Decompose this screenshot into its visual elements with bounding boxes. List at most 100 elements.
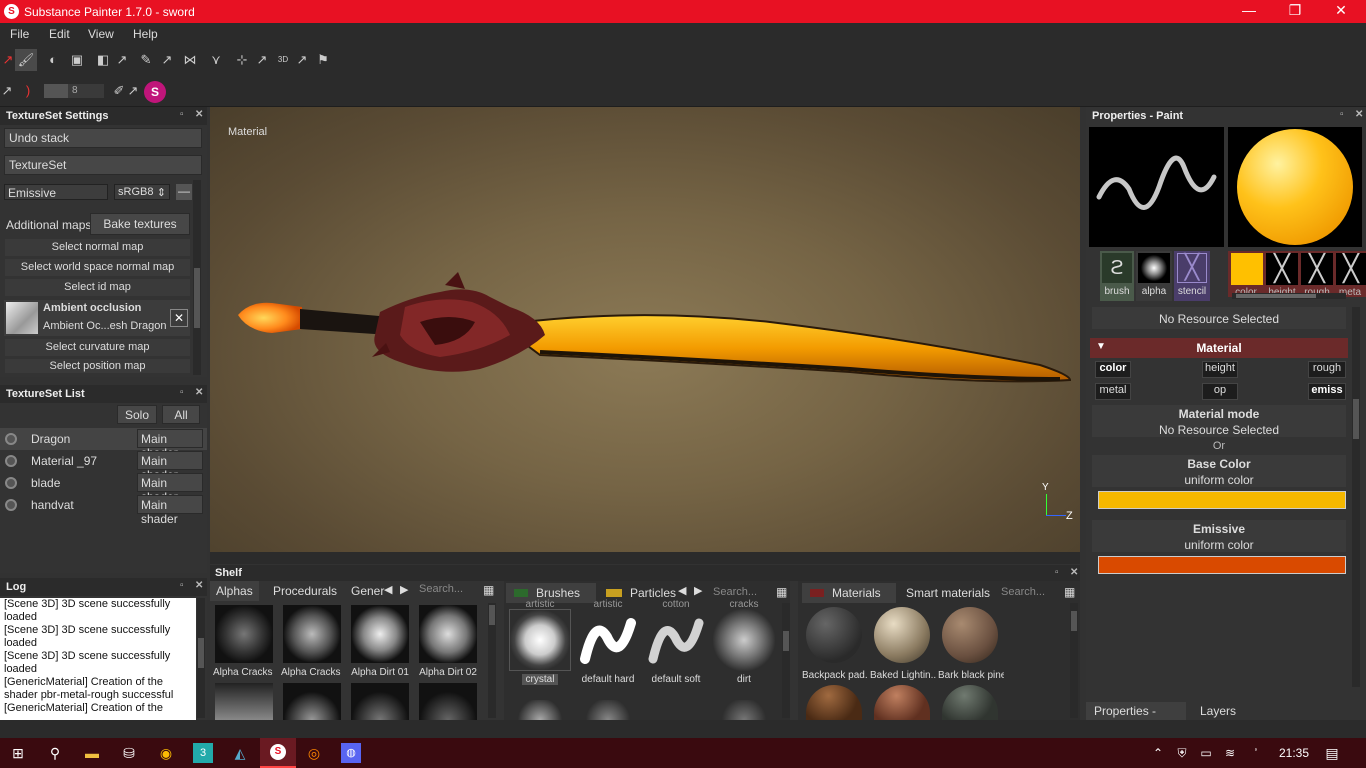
metal-channel-swatch[interactable]: ╳ <box>1336 253 1366 285</box>
spacing-icon[interactable]: ) <box>17 80 39 102</box>
menu-help[interactable]: Help <box>133 27 158 41</box>
rough-toggle[interactable]: rough <box>1308 361 1346 378</box>
alpha-thumbnail[interactable] <box>351 605 409 663</box>
search-input[interactable]: Search... <box>1001 586 1045 598</box>
grid-view-icon[interactable]: ▦ <box>1064 585 1075 599</box>
shader-button[interactable]: Main shader <box>137 495 203 526</box>
brush-thumbnail[interactable] <box>713 700 775 720</box>
close-icon[interactable]: ✕ <box>195 580 203 591</box>
prev-tab-icon[interactable]: ◀ <box>678 584 686 597</box>
tab-smart-materials[interactable]: Smart materials <box>900 583 996 603</box>
close-icon[interactable]: ✕ <box>195 109 203 120</box>
remove-channel-button[interactable]: — <box>176 184 192 200</box>
photo-app-icon[interactable]: ◭ <box>230 743 250 763</box>
material-mode-box[interactable]: Material mode No Resource Selected <box>1092 405 1346 437</box>
scrollbar[interactable] <box>782 603 790 718</box>
base-color-swatch[interactable] <box>1098 491 1346 509</box>
color-toggle[interactable]: color <box>1095 361 1131 378</box>
float-icon[interactable]: ▫ <box>1055 567 1059 578</box>
color-channel-swatch[interactable] <box>1231 253 1263 285</box>
popout-icon[interactable]: ↗ <box>126 80 140 102</box>
alpha-thumbnail[interactable] <box>283 683 341 720</box>
select-normal-map[interactable]: Select normal map <box>5 239 190 256</box>
tab-procedurals[interactable]: Procedurals <box>267 581 343 601</box>
select-curvature-map[interactable]: Select curvature map <box>5 339 190 356</box>
material-section-header[interactable]: ▼ Material <box>1090 338 1348 358</box>
paint-brush-tool[interactable]: 🖌 <box>15 49 37 71</box>
blender-icon[interactable]: ◎ <box>304 743 324 763</box>
height-channel-swatch[interactable]: ╳ <box>1266 253 1298 285</box>
close-button[interactable]: ✕ <box>1326 2 1356 19</box>
visibility-toggle[interactable] <box>5 433 17 445</box>
3d-view-icon[interactable]: 3D <box>272 49 294 71</box>
store-icon[interactable]: ⛁ <box>119 743 139 763</box>
popout-icon[interactable]: ↗ <box>255 49 269 71</box>
horizontal-scrollbar[interactable] <box>1232 293 1346 299</box>
battery-icon[interactable]: ▭ <box>1196 743 1216 763</box>
material-thumbnail[interactable] <box>942 607 998 663</box>
next-tab-icon[interactable]: ▶ <box>694 584 702 597</box>
brush-thumbnail[interactable] <box>577 700 639 720</box>
projection-tool[interactable]: ▣ <box>66 49 88 71</box>
emissive-box[interactable]: Emissive uniform color <box>1092 520 1346 552</box>
metal-toggle[interactable]: metal <box>1095 383 1131 400</box>
float-icon[interactable]: ▫ <box>180 109 184 120</box>
base-color-box[interactable]: Base Color uniform color <box>1092 455 1346 487</box>
alpha-thumbnail[interactable] <box>351 683 409 720</box>
select-position-map[interactable]: Select position map <box>5 359 190 373</box>
next-tab-icon[interactable]: ▶ <box>400 583 408 596</box>
polygon-fill-tool[interactable]: ◧ <box>92 49 114 71</box>
symmetry-plane-icon[interactable]: ⊹ <box>231 49 253 71</box>
popout-icon[interactable]: ↗ <box>0 80 14 102</box>
tab-properties-paint[interactable]: Properties - Paint <box>1086 702 1186 732</box>
float-icon[interactable]: ▫ <box>180 387 184 398</box>
grid-view-icon[interactable]: ▦ <box>483 583 494 597</box>
color-picker-tool[interactable]: ✎ <box>135 49 157 71</box>
select-world-space-normal-map[interactable]: Select world space normal map <box>5 259 190 276</box>
notifications-icon[interactable]: ▤ <box>1322 743 1342 763</box>
alpha-thumbnail[interactable] <box>215 683 273 720</box>
search-input[interactable]: Search... <box>419 583 463 595</box>
height-toggle[interactable]: height <box>1202 361 1238 378</box>
camera-icon[interactable]: ⚑ <box>312 49 334 71</box>
brush-thumbnail[interactable] <box>509 700 571 720</box>
close-icon[interactable]: ✕ <box>1355 109 1363 120</box>
close-icon[interactable]: ✕ <box>1070 567 1078 578</box>
tray-expand-icon[interactable]: ⌃ <box>1148 743 1168 763</box>
popout-icon[interactable]: ↗ <box>2 49 14 71</box>
brush-thumbnail[interactable] <box>713 609 775 671</box>
brush-size-field[interactable]: 8 <box>44 84 104 98</box>
visibility-toggle[interactable] <box>5 477 17 489</box>
alpha-slot[interactable]: alpha <box>1136 251 1172 301</box>
substance-logo-icon[interactable]: S <box>144 81 166 103</box>
language-icon[interactable]: ʼ <box>1246 743 1266 763</box>
app-3-icon[interactable]: 3 <box>193 743 213 763</box>
shader-button[interactable]: Main shader <box>137 473 203 504</box>
shader-button[interactable]: Main shader <box>137 451 203 482</box>
alpha-thumbnail[interactable] <box>419 605 477 663</box>
brush-thumbnail[interactable] <box>645 609 707 671</box>
close-icon[interactable]: ✕ <box>195 387 203 398</box>
scrollbar[interactable] <box>197 598 205 718</box>
all-button[interactable]: All <box>162 405 200 424</box>
stencil-slot[interactable]: ╳ stencil <box>1174 251 1210 301</box>
list-item[interactable]: handvat Main shader <box>0 494 207 526</box>
brush-thumbnail[interactable] <box>509 609 571 671</box>
clear-icon[interactable]: ✕ <box>170 309 188 327</box>
visibility-toggle[interactable] <box>5 499 17 511</box>
scrollbar[interactable] <box>488 603 496 718</box>
bake-textures-button[interactable]: Bake textures <box>90 213 190 235</box>
scrollbar[interactable] <box>193 180 201 375</box>
symmetry-icon[interactable]: ⋈ <box>179 49 201 71</box>
channel-field[interactable]: Emissive <box>4 184 108 200</box>
search-icon[interactable]: ⚲ <box>45 743 65 763</box>
menu-edit[interactable]: Edit <box>49 27 70 41</box>
substance-painter-task[interactable]: S <box>260 738 296 768</box>
windows-start-icon[interactable]: ⊞ <box>8 743 28 763</box>
popout-icon[interactable]: ↗ <box>295 49 309 71</box>
solo-button[interactable]: Solo <box>117 405 157 424</box>
tab-materials[interactable]: Materials <box>802 583 896 603</box>
textureset-button[interactable]: TextureSet <box>4 155 202 175</box>
select-id-map[interactable]: Select id map <box>5 279 190 296</box>
format-select[interactable]: sRGB8 ⇕ <box>114 184 170 200</box>
